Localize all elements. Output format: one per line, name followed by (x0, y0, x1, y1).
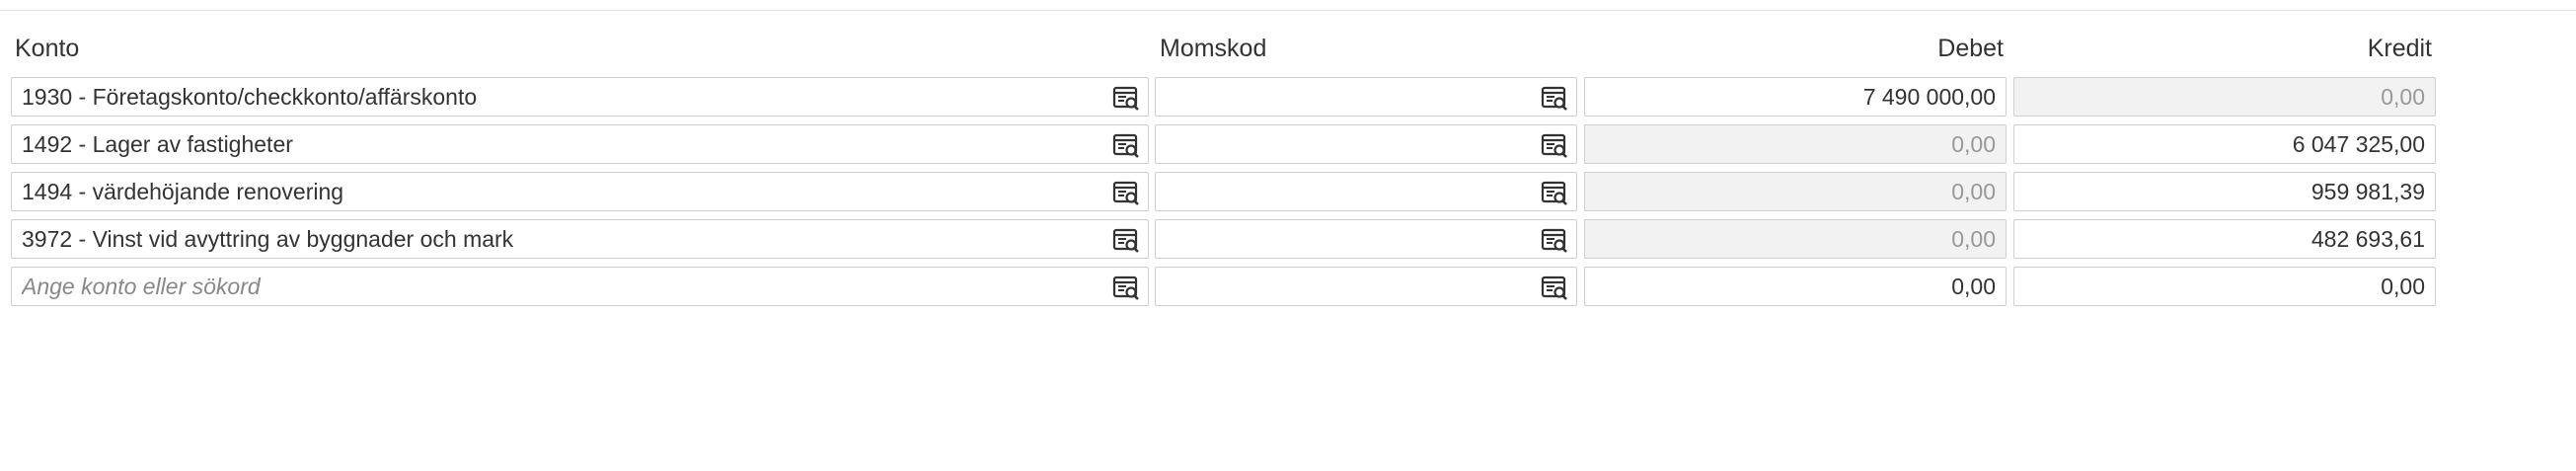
momskod-search-icon[interactable] (1541, 274, 1568, 301)
account-search-icon[interactable] (1112, 179, 1140, 206)
konto-placeholder: Ange konto eller sökord (22, 274, 261, 299)
kredit-value: 0,00 (2381, 274, 2425, 299)
momskod-search-icon[interactable] (1541, 84, 1568, 112)
debet-field[interactable]: 0,00 (1584, 267, 2007, 306)
table-row: 1492 - Lager av fastigheter 0,00 6 047 3… (0, 124, 2438, 166)
momskod-field[interactable] (1155, 267, 1577, 306)
debet-value: 0,00 (1951, 179, 1996, 204)
table-row: 1930 - Företagskonto/checkkonto/affärsko… (0, 77, 2438, 118)
momskod-search-icon[interactable] (1541, 179, 1568, 206)
debet-field[interactable]: 7 490 000,00 (1584, 77, 2007, 117)
kredit-field[interactable]: 6 047 325,00 (2013, 124, 2436, 164)
konto-value: 1492 - Lager av fastigheter (22, 131, 293, 157)
table-row: 1494 - värdehöjande renovering 0,00 959 … (0, 172, 2438, 213)
momskod-search-icon[interactable] (1541, 131, 1568, 159)
kredit-value: 0,00 (2381, 84, 2425, 110)
debet-field[interactable]: 0,00 (1584, 219, 2007, 259)
momskod-field[interactable] (1155, 172, 1577, 211)
account-search-icon[interactable] (1112, 274, 1140, 301)
konto-value: 1494 - värdehöjande renovering (22, 179, 344, 204)
debet-value: 7 490 000,00 (1862, 84, 1996, 110)
konto-input[interactable]: Ange konto eller sökord (11, 267, 1149, 306)
konto-value: 3972 - Vinst vid avyttring av byggnader … (22, 226, 514, 252)
journal-entry-page: Konto Momskod Debet Kredit 1930 - Företa… (0, 0, 2576, 471)
konto-field[interactable]: 3972 - Vinst vid avyttring av byggnader … (11, 219, 1149, 259)
header-konto: Konto (15, 35, 80, 62)
konto-field[interactable]: 1494 - värdehöjande renovering (11, 172, 1149, 211)
account-search-icon[interactable] (1112, 84, 1140, 112)
debet-value: 0,00 (1951, 274, 1996, 299)
momskod-field[interactable] (1155, 219, 1577, 259)
account-search-icon[interactable] (1112, 131, 1140, 159)
account-search-icon[interactable] (1112, 226, 1140, 254)
kredit-value: 482 693,61 (2311, 226, 2425, 252)
konto-field[interactable]: 1492 - Lager av fastigheter (11, 124, 1149, 164)
table-row: 3972 - Vinst vid avyttring av byggnader … (0, 219, 2438, 261)
kredit-value: 959 981,39 (2311, 179, 2425, 204)
konto-value: 1930 - Företagskonto/checkkonto/affärsko… (22, 84, 478, 110)
kredit-field[interactable]: 482 693,61 (2013, 219, 2436, 259)
debet-value: 0,00 (1951, 131, 1996, 157)
top-divider (0, 10, 2576, 11)
header-momskod: Momskod (1160, 35, 1267, 62)
table-header: Konto Momskod Debet Kredit (0, 32, 2438, 65)
momskod-field[interactable] (1155, 77, 1577, 117)
table-row-new: Ange konto eller sökord 0,00 0,00 (0, 267, 2438, 308)
kredit-field[interactable]: 959 981,39 (2013, 172, 2436, 211)
momskod-field[interactable] (1155, 124, 1577, 164)
konto-field[interactable]: 1930 - Företagskonto/checkkonto/affärsko… (11, 77, 1149, 117)
debet-field[interactable]: 0,00 (1584, 172, 2007, 211)
kredit-field[interactable]: 0,00 (2013, 77, 2436, 117)
header-kredit: Kredit (2367, 35, 2432, 62)
header-debet: Debet (1937, 35, 2004, 62)
kredit-field[interactable]: 0,00 (2013, 267, 2436, 306)
momskod-search-icon[interactable] (1541, 226, 1568, 254)
debet-field[interactable]: 0,00 (1584, 124, 2007, 164)
debet-value: 0,00 (1951, 226, 1996, 252)
kredit-value: 6 047 325,00 (2292, 131, 2425, 157)
